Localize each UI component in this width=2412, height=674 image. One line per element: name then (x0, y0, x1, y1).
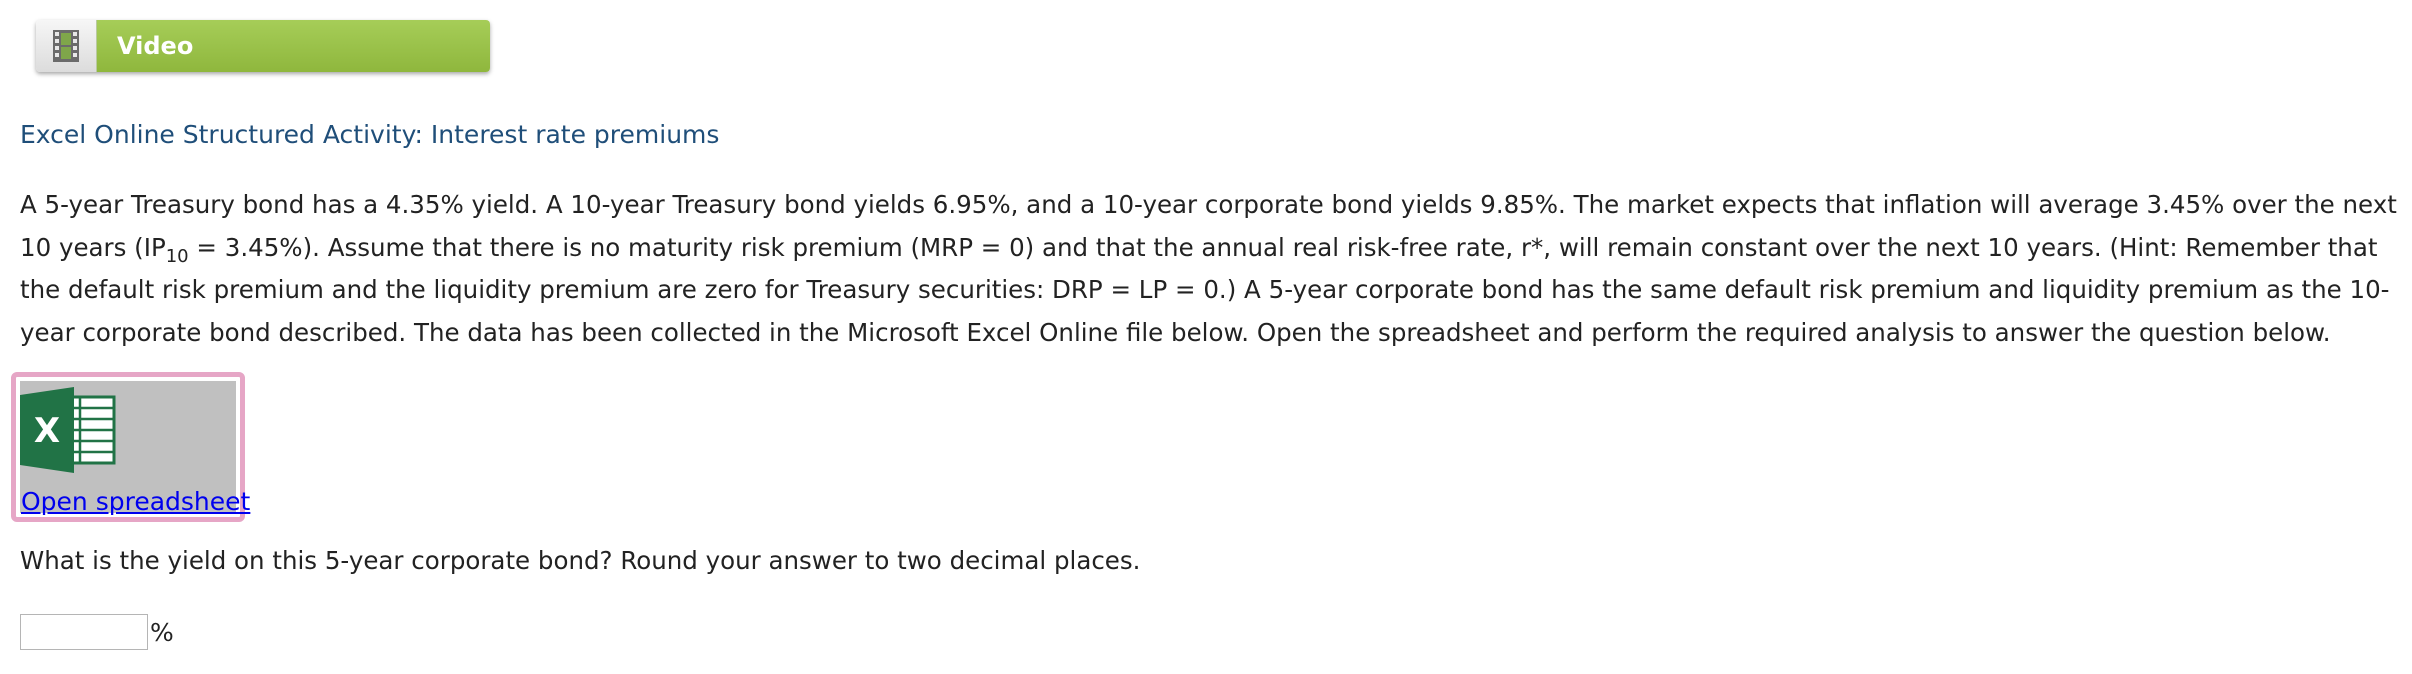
activity-title: Excel Online Structured Activity: Intere… (20, 120, 720, 149)
spreadsheet-box[interactable]: X Open spreadsheet (11, 372, 250, 522)
video-button-label: Video (97, 20, 490, 72)
video-button[interactable]: Video (36, 20, 490, 72)
percent-unit: % (150, 617, 174, 647)
problem-text-part2: = 3.45%). Assume that there is no maturi… (20, 232, 2390, 347)
film-icon (53, 30, 79, 62)
excel-icon: X (20, 387, 116, 473)
svg-text:X: X (34, 411, 60, 451)
answer-row: % (20, 614, 174, 650)
problem-text: A 5-year Treasury bond has a 4.35% yield… (20, 184, 2400, 354)
open-spreadsheet-link[interactable]: Open spreadsheet (21, 487, 250, 516)
answer-input[interactable] (20, 614, 148, 650)
spreadsheet-panel: X Open spreadsheet (20, 381, 250, 516)
question-text: What is the yield on this 5-year corpora… (20, 546, 1141, 575)
film-icon-box (36, 20, 97, 72)
problem-subscript: 10 (165, 245, 189, 267)
